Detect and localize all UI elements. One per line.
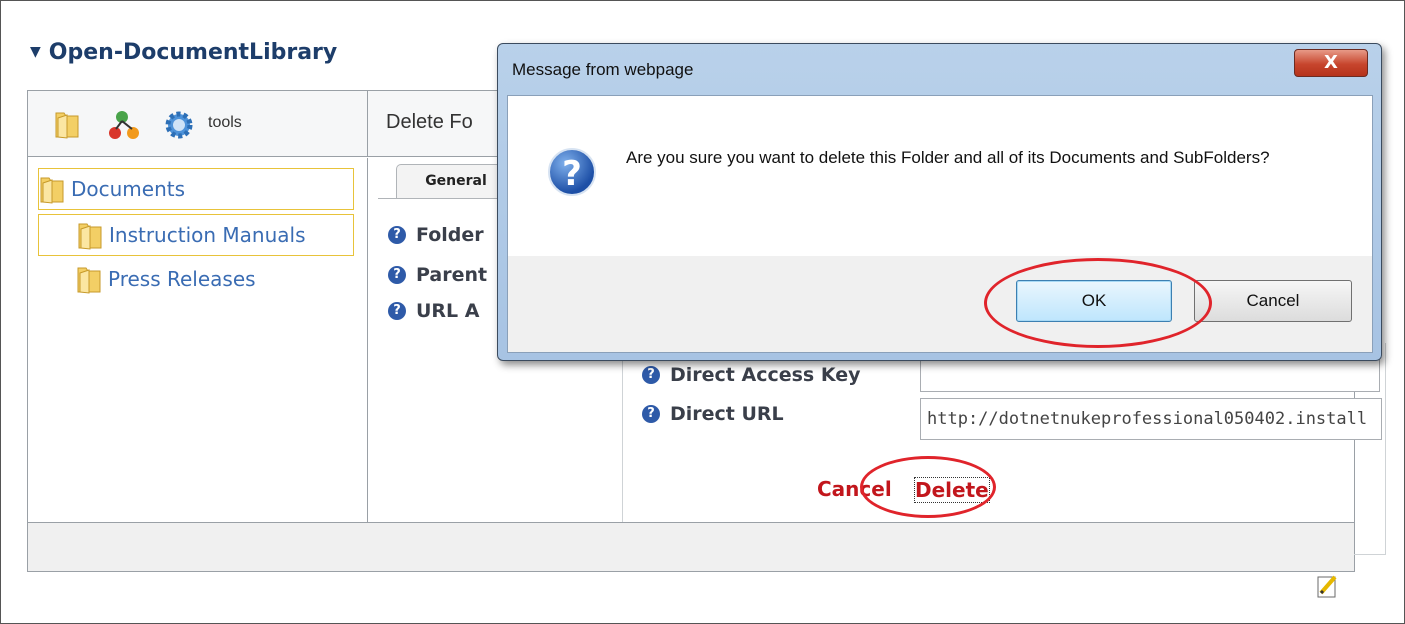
folder-icon	[40, 177, 64, 204]
url-access-field-label: ? URL A	[388, 300, 480, 322]
help-icon[interactable]: ?	[388, 226, 406, 244]
question-icon: ?	[548, 148, 596, 196]
direct-access-key-label: ? Direct Access Key	[642, 364, 861, 386]
direct-url-label: ? Direct URL	[642, 403, 784, 425]
direct-access-key-input[interactable]	[920, 358, 1380, 392]
gear-icon[interactable]	[163, 109, 195, 141]
dialog-title: Message from webpage	[512, 60, 694, 79]
cancel-button[interactable]: Cancel	[1194, 280, 1352, 322]
network-icon[interactable]	[108, 109, 140, 141]
footer-bar	[28, 522, 1354, 571]
folder-icon	[78, 223, 102, 250]
highlight-ellipse-ok	[984, 258, 1212, 348]
folder-icon	[77, 267, 101, 294]
tree-item-press-releases[interactable]: Press Releases	[38, 258, 354, 300]
tools-cell: tools	[28, 91, 368, 157]
folder-tree: Documents Instruction Manuals Press Rele…	[28, 158, 368, 522]
tree-item-label: Press Releases	[108, 267, 256, 291]
module-title-text: Open-DocumentLibrary	[48, 40, 338, 65]
help-icon[interactable]: ?	[642, 405, 660, 423]
edit-pencil-icon[interactable]	[1317, 573, 1339, 599]
dialog-message: Are you sure you want to delete this Fol…	[626, 148, 1270, 167]
tree-item-instruction-manuals[interactable]: Instruction Manuals	[38, 214, 354, 256]
module-title[interactable]: ▼ Open-DocumentLibrary	[30, 40, 337, 65]
pane-title: Delete Fo	[386, 111, 473, 133]
help-icon[interactable]: ?	[642, 366, 660, 384]
dialog-close-button[interactable]: X	[1294, 49, 1368, 77]
expand-triangle-icon[interactable]: ▼	[30, 44, 41, 60]
dialog-content: ? Are you sure you want to delete this F…	[507, 95, 1373, 353]
parent-field-label: ? Parent	[388, 264, 487, 286]
tools-label[interactable]: tools	[208, 114, 242, 132]
direct-url-input[interactable]: http://dotnetnukeprofessional050402.inst…	[920, 398, 1382, 440]
highlight-ellipse-delete	[860, 456, 996, 518]
help-icon[interactable]: ?	[388, 266, 406, 284]
tree-item-label: Documents	[71, 177, 186, 201]
help-icon[interactable]: ?	[388, 302, 406, 320]
folder-icon[interactable]	[54, 109, 80, 139]
confirm-dialog: Message from webpage X ? Are you sure yo…	[497, 43, 1382, 361]
tree-item-documents[interactable]: Documents	[38, 168, 354, 210]
dialog-footer: OK Cancel	[508, 256, 1372, 352]
folder-field-label: ? Folder	[388, 224, 484, 246]
tree-item-label: Instruction Manuals	[109, 223, 306, 247]
